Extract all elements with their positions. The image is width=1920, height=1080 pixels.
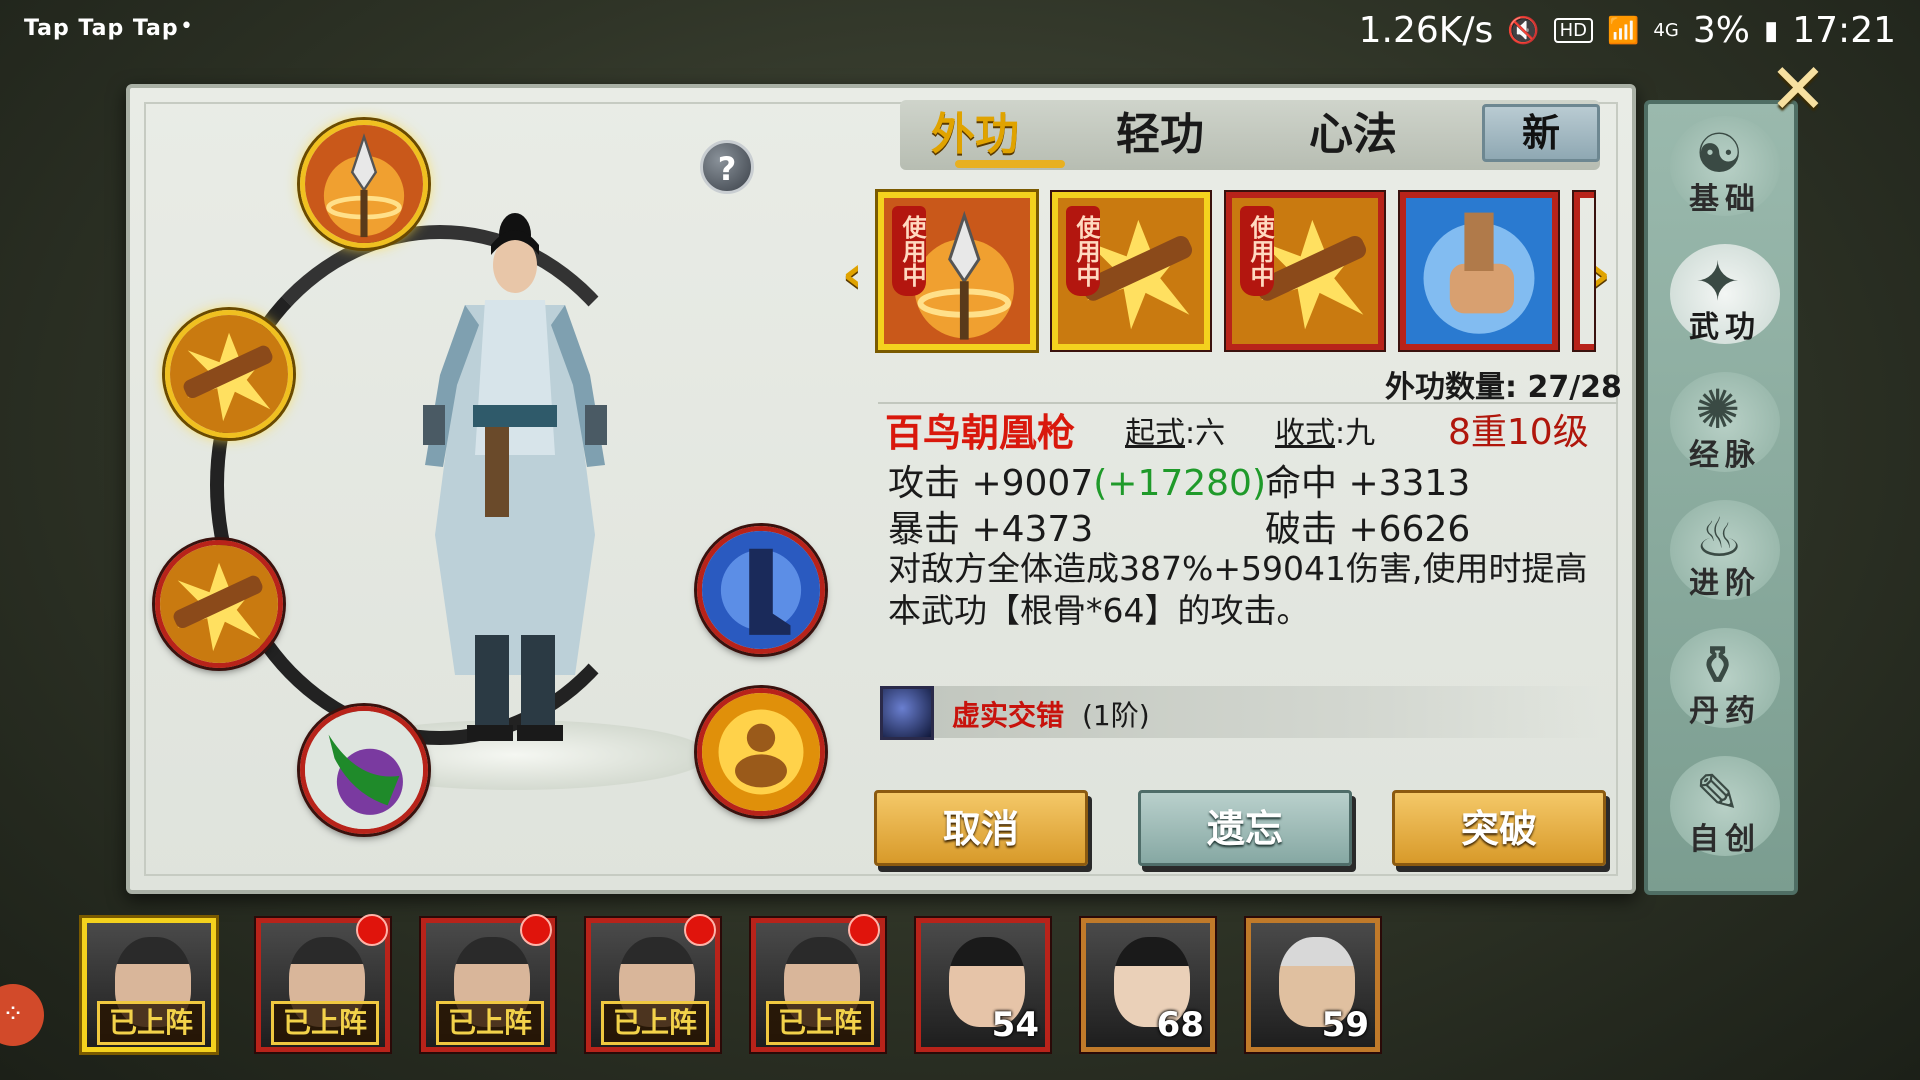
skill-card-1[interactable]: 使用中 [878,192,1036,350]
stance-start: 起式:六 [1125,408,1225,452]
battery-icon: ▮ [1763,15,1779,46]
passive-skill-icon[interactable] [880,686,934,740]
skill-card-2[interactable]: 使用中 [1052,192,1210,350]
sidebar-label: 武功 [1689,310,1761,345]
network-type: 4G [1653,20,1679,41]
external-arts-count: 外功数量: 27/28 [1385,370,1622,405]
sidebar-item-martial-arts[interactable]: ✦ 武功 [1660,244,1790,364]
new-button[interactable]: 新 [1482,104,1600,162]
character-figure [423,213,607,741]
sidebar-label: 基础 [1689,182,1761,217]
roster-slot-8[interactable]: 59 [1246,918,1380,1052]
battery-text: 3% [1692,10,1750,51]
tab-lightness-arts[interactable]: 轻功 [1085,100,1235,170]
status-bar: Tap Tap Tap • 1.26K/s 🔇 HD 📶 4G 3% ▮ 17:… [0,0,1920,70]
notification-dot [356,914,388,946]
tab-indicator [955,160,1065,168]
stat-attack: 攻击 +9007(+17280) [888,454,1266,506]
forget-button[interactable]: 遗忘 [1138,790,1352,866]
sidebar-label: 自创 [1689,822,1761,857]
status-dot: • [180,14,193,39]
hd-badge: HD [1553,18,1594,43]
stat-crit: 暴击 +4373 [888,509,1094,550]
skill-name: 百鸟朝凰枪 [885,411,1076,455]
wifi-icon: 📶 [1607,15,1640,46]
tab-inner-arts[interactable]: 心法 [1278,100,1428,170]
stance-end-label: 收式 [1275,416,1335,451]
skill-card-3[interactable]: 使用中 [1226,192,1384,350]
cancel-button[interactable]: 取消 [874,790,1088,866]
floating-assist-icon[interactable]: ⁘ [0,984,44,1046]
skill-level: 8重10级 [1448,412,1589,453]
hero-level: 54 [991,1005,1039,1045]
stance-end-value: :九 [1335,416,1376,451]
passive-name: 虚实交错 [952,699,1065,732]
notification-dot [684,914,716,946]
skill-card-partial[interactable] [1574,192,1594,350]
roster-slot-1[interactable]: 已上阵 [82,918,216,1052]
equipped-skill-staff-1[interactable] [165,310,293,438]
sidebar-item-create[interactable]: ✎ 自创 [1660,756,1790,876]
stance-start-value: :六 [1185,416,1226,451]
net-speed: 1.26K/s [1358,10,1494,51]
stance-end: 收式:九 [1275,408,1375,452]
fist-icon [1406,198,1552,344]
hero-level: 68 [1156,1005,1204,1045]
stance-start-label: 起式 [1125,416,1185,451]
stat-hit: 命中 +3313 [1265,463,1471,504]
carousel-left-arrow-icon[interactable]: ‹ [842,245,863,303]
roster-slot-6[interactable]: 54 [916,918,1050,1052]
deployed-badge: 已上阵 [601,1001,709,1045]
equipped-skill-staff-2[interactable] [155,540,283,668]
deployed-badge: 已上阵 [97,1001,205,1045]
equipped-skill-meditation[interactable] [697,688,825,816]
meditation-icon [702,693,820,811]
notification-dot [520,914,552,946]
in-use-badge: 使用中 [1066,206,1100,296]
stat-pierce: 破击 +6626 [1265,509,1471,550]
in-use-badge: 使用中 [892,206,926,296]
deployed-badge: 已上阵 [436,1001,544,1045]
deployed-badge: 已上阵 [271,1001,379,1045]
notification-dot [848,914,880,946]
sidebar-item-basic[interactable]: ☯ 基础 [1660,116,1790,236]
stat-attack-value: 攻击 +9007 [888,463,1094,504]
clock: 17:21 [1792,10,1896,51]
sidebar-label: 丹药 [1689,694,1761,729]
right-sidebar: ☯ 基础 ✦ 武功 ✺ 经脉 ♨ 进阶 ⚱ 丹药 ✎ 自创 [1644,100,1798,895]
sidebar-item-pill[interactable]: ⚱ 丹药 [1660,628,1790,748]
passive-tier: (1阶) [1082,699,1150,732]
hero-level: 59 [1321,1005,1369,1045]
status-right: 1.26K/s 🔇 HD 📶 4G 3% ▮ 17:21 [1359,10,1896,51]
sidebar-label: 进阶 [1689,566,1761,601]
status-app-name: Tap Tap Tap [24,16,179,41]
sidebar-item-meridian[interactable]: ✺ 经脉 [1660,372,1790,492]
equipped-skill-boot[interactable] [697,526,825,654]
boot-icon [702,531,820,649]
skill-description: 对敌方全体造成387%+59041伤害,使用时提高本武功【根骨*64】的攻击。 [888,549,1588,630]
sidebar-item-advance[interactable]: ♨ 进阶 [1660,500,1790,620]
staff-strike-icon [170,315,288,433]
sidebar-label: 经脉 [1689,438,1761,473]
close-icon[interactable]: ✕ [1763,54,1833,126]
roster-slot-7[interactable]: 68 [1081,918,1215,1052]
in-use-badge: 使用中 [1240,206,1274,296]
deployed-badge: 已上阵 [766,1001,874,1045]
breakthrough-button[interactable]: 突破 [1392,790,1606,866]
skill-card-4[interactable] [1400,192,1558,350]
mute-icon: 🔇 [1507,15,1540,46]
stat-attack-bonus: (+17280) [1093,463,1267,504]
staff-strike-icon [160,545,278,663]
help-button[interactable]: ? [700,140,754,194]
